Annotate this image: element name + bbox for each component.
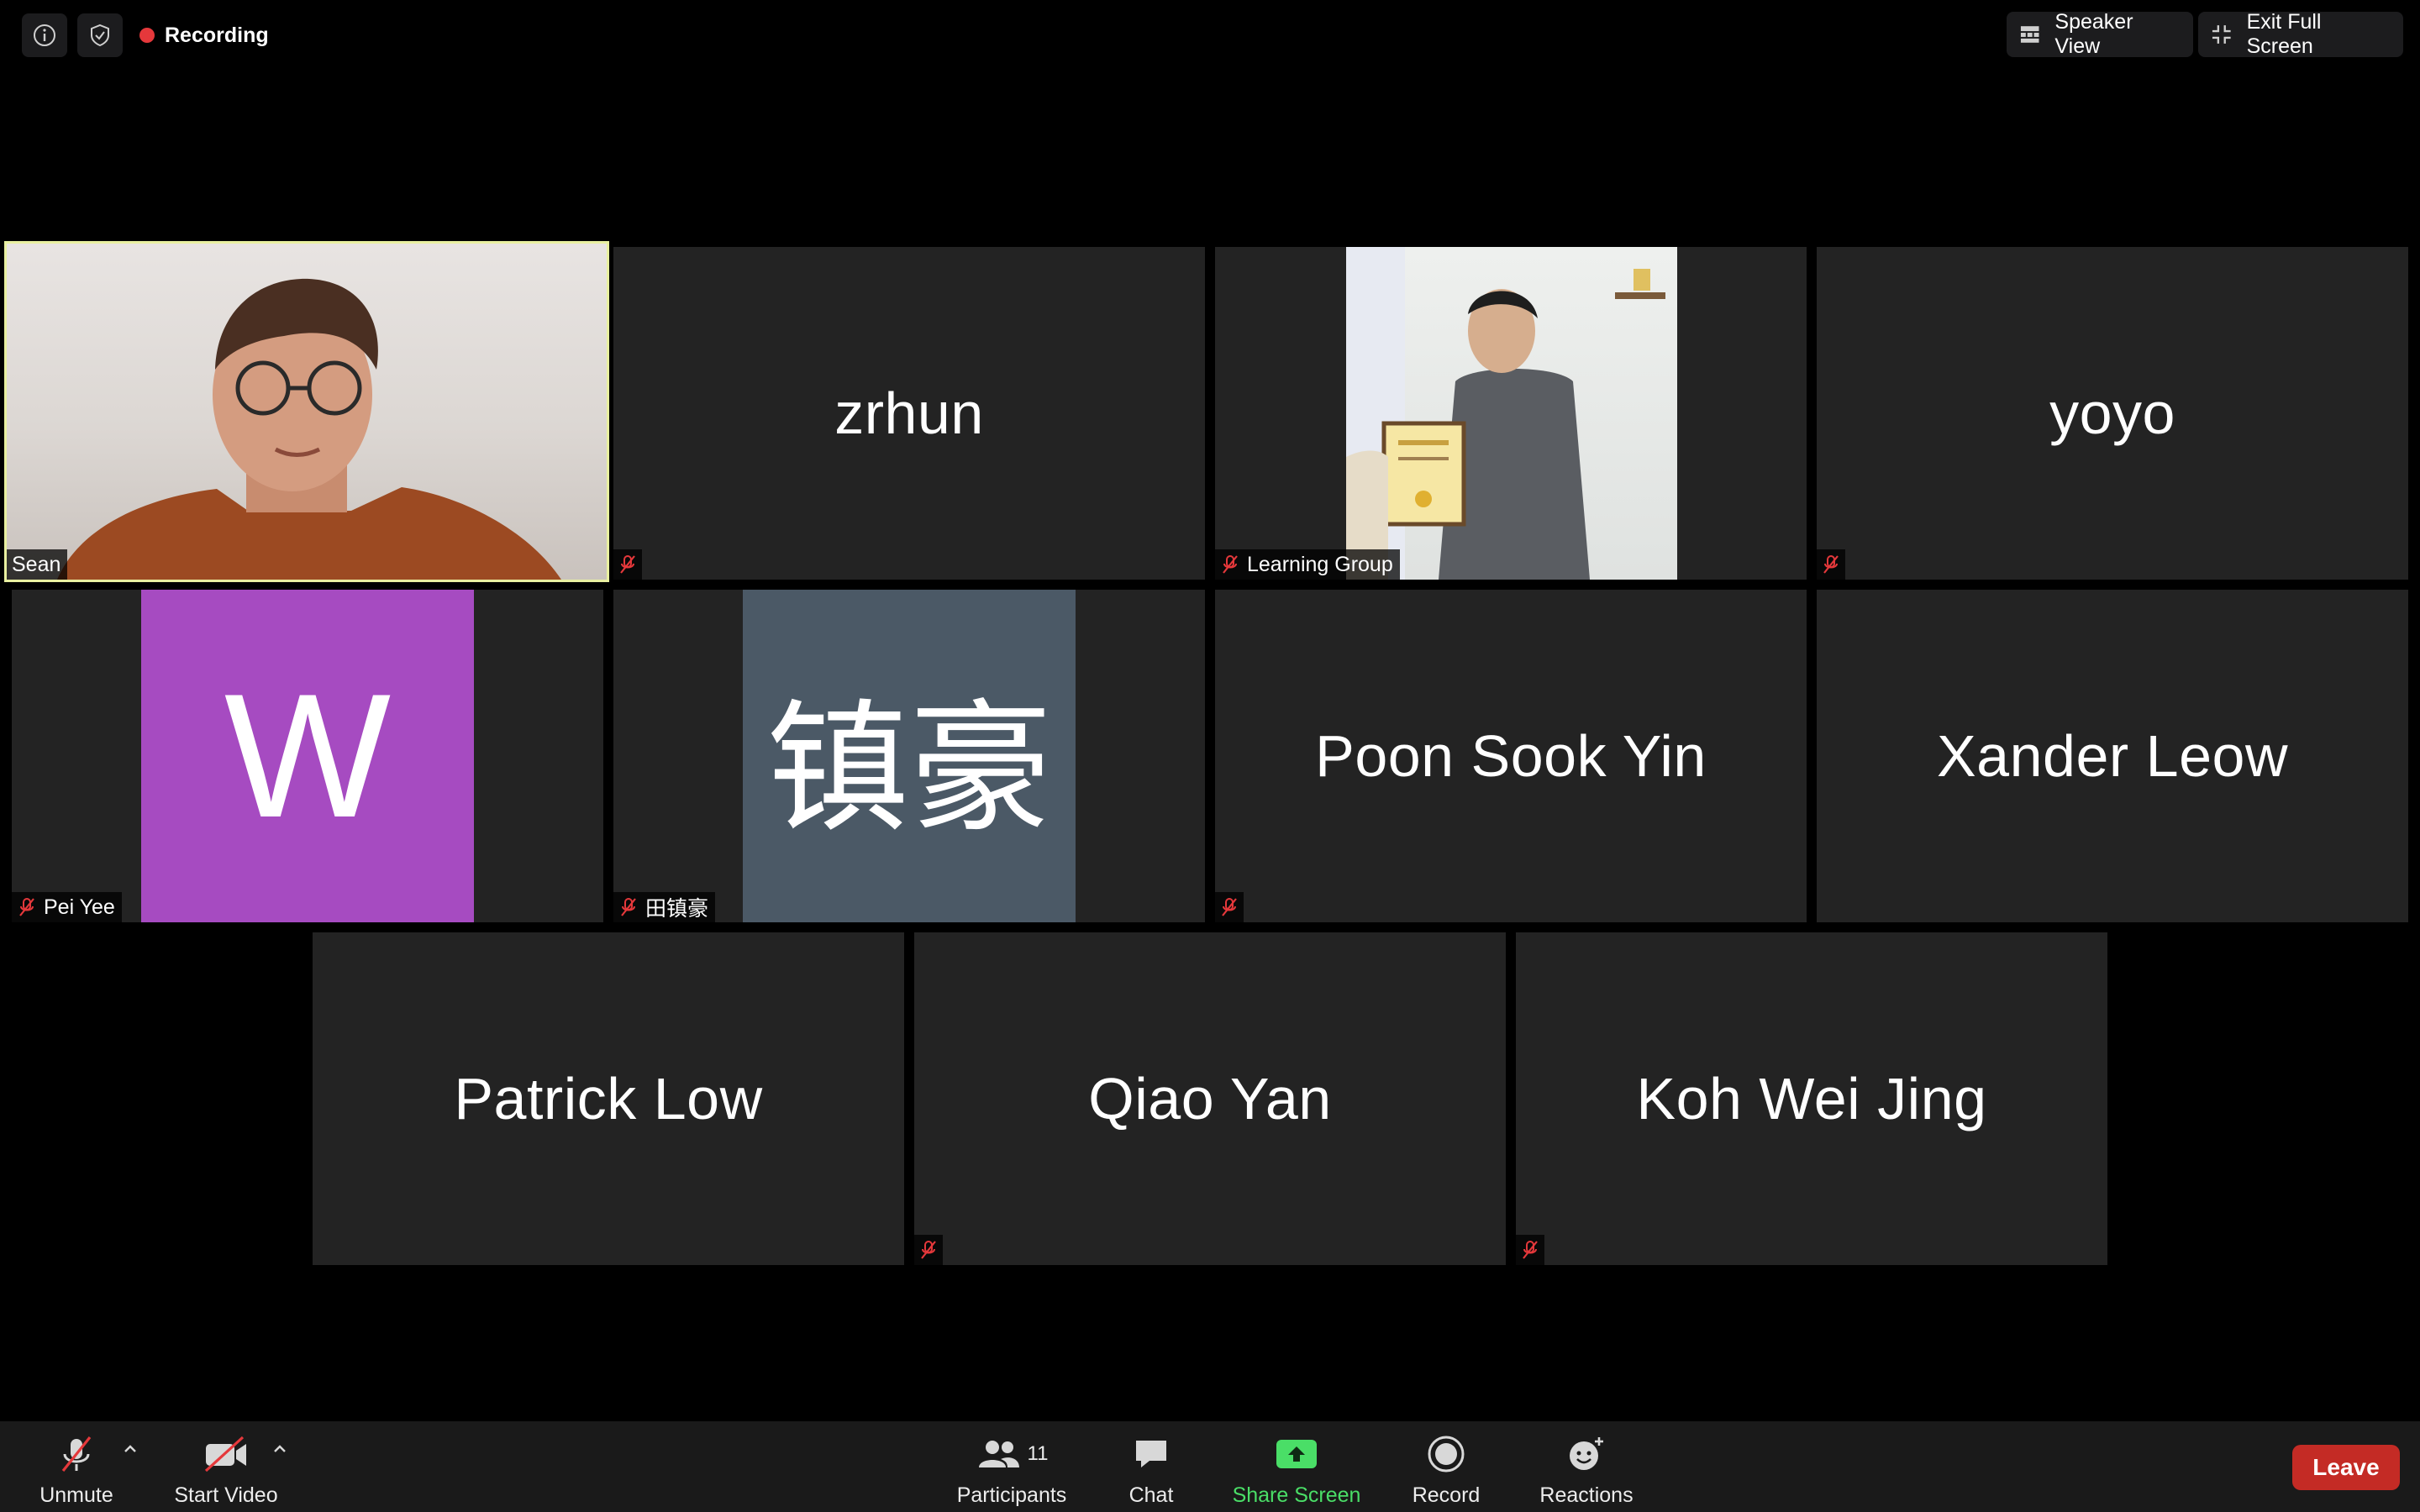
chat-button[interactable]: Chat <box>1109 1430 1193 1508</box>
grid-view-icon <box>2020 26 2039 43</box>
recording-label: Recording <box>165 23 269 47</box>
participants-label: Participants <box>956 1483 1067 1507</box>
participant-display-name: Poon Sook Yin <box>1315 723 1707 789</box>
share-screen-button[interactable]: Share Screen <box>1230 1430 1363 1508</box>
record-label: Record <box>1412 1483 1481 1507</box>
participant-name: 田镇豪 <box>645 897 709 921</box>
name-tag: Sean <box>7 549 68 580</box>
name-tag: 田镇豪 <box>613 892 716 922</box>
speaker-view-button[interactable]: Speaker View <box>2007 10 2193 58</box>
video-feed <box>7 244 607 580</box>
participant-tile-sean[interactable]: Sean <box>4 241 609 582</box>
participant-display-name: Xander Leow <box>1936 723 2288 789</box>
top-bar: Recording Speaker View Exit Full Screen <box>0 0 2420 71</box>
avatar: W <box>141 590 474 922</box>
participant-tile-yoyo[interactable]: yoyo <box>1817 247 2408 580</box>
muted-mic-icon <box>613 549 642 580</box>
participant-tile-patrick-low[interactable]: Patrick Low <box>313 932 904 1265</box>
chat-bubble-icon <box>1136 1441 1166 1467</box>
participant-tile-xander-leow[interactable]: Xander Leow <box>1817 590 2408 922</box>
unmute-label: Unmute <box>39 1483 113 1507</box>
muted-mic-icon <box>914 1235 943 1265</box>
record-icon <box>1428 1436 1465 1473</box>
video-feed <box>1346 247 1677 580</box>
meeting-toolbar: Unmute Start Video 11 Participants Chat … <box>0 1421 2420 1512</box>
speaker-view-label: Speaker View <box>2054 10 2133 58</box>
reactions-emoji-icon <box>1570 1437 1603 1470</box>
video-options-chevron-up-icon[interactable] <box>271 1440 289 1458</box>
participant-display-name: yoyo <box>2049 381 2175 446</box>
info-icon[interactable] <box>22 13 67 57</box>
shield-icon[interactable] <box>77 13 123 57</box>
muted-mic-icon <box>1516 1235 1544 1265</box>
exit-full-screen-label: Exit Full Screen <box>2246 10 2322 58</box>
participant-display-name: Koh Wei Jing <box>1636 1066 1987 1131</box>
participant-tile-koh-wei-jing[interactable]: Koh Wei Jing <box>1516 932 2107 1265</box>
participant-tile-pei-yee[interactable]: W Pei Yee <box>12 590 603 922</box>
participant-name: Sean <box>12 552 61 576</box>
participant-name: Learning Group <box>1247 552 1393 576</box>
muted-microphone-icon <box>61 1436 92 1472</box>
reactions-label: Reactions <box>1539 1483 1634 1507</box>
exit-fullscreen-icon <box>2212 25 2231 44</box>
video-off-icon <box>204 1436 246 1473</box>
person-video-image <box>57 278 561 580</box>
participant-tile-tian-zhenhao[interactable]: 镇豪 田镇豪 <box>613 590 1205 922</box>
muted-mic-icon <box>1215 892 1244 922</box>
muted-mic-icon <box>1817 549 1845 580</box>
exit-full-screen-button[interactable]: Exit Full Screen <box>2198 10 2403 58</box>
leave-button[interactable]: Leave <box>2292 1445 2400 1490</box>
participants-count: 11 <box>1027 1442 1049 1465</box>
participant-tile-zrhun[interactable]: zrhun <box>613 247 1205 580</box>
avatar: 镇豪 <box>743 590 1076 922</box>
muted-mic-icon <box>19 898 34 916</box>
name-tag: Learning Group <box>1215 549 1400 580</box>
participant-name: Pei Yee <box>44 895 115 919</box>
participants-button[interactable]: 11 Participants <box>953 1430 1071 1508</box>
start-video-label: Start Video <box>174 1483 278 1507</box>
unmute-button[interactable]: Unmute <box>34 1430 119 1508</box>
reactions-button[interactable]: Reactions <box>1534 1430 1639 1508</box>
participant-display-name: Qiao Yan <box>1088 1066 1332 1131</box>
person-video-image <box>1346 247 1665 580</box>
share-screen-label: Share Screen <box>1232 1483 1361 1507</box>
start-video-button[interactable]: Start Video <box>166 1430 286 1508</box>
muted-mic-icon <box>1223 555 1238 574</box>
recording-dot-icon <box>139 28 155 43</box>
participant-tile-qiao-yan[interactable]: Qiao Yan <box>914 932 1506 1265</box>
participant-tile-poon-sook-yin[interactable]: Poon Sook Yin <box>1215 590 1807 922</box>
recording-indicator: Recording <box>139 20 269 50</box>
participants-icon <box>978 1441 1019 1467</box>
participant-display-name: zrhun <box>834 381 984 446</box>
muted-mic-icon <box>621 898 636 916</box>
audio-options-chevron-up-icon[interactable] <box>121 1440 139 1458</box>
participant-display-name: Patrick Low <box>454 1066 763 1131</box>
chat-label: Chat <box>1128 1483 1174 1507</box>
share-screen-arrow-icon <box>1276 1440 1317 1468</box>
record-button[interactable]: Record <box>1403 1430 1489 1508</box>
name-tag: Pei Yee <box>12 892 122 922</box>
participant-tile-learning-group[interactable]: Learning Group <box>1215 247 1807 580</box>
